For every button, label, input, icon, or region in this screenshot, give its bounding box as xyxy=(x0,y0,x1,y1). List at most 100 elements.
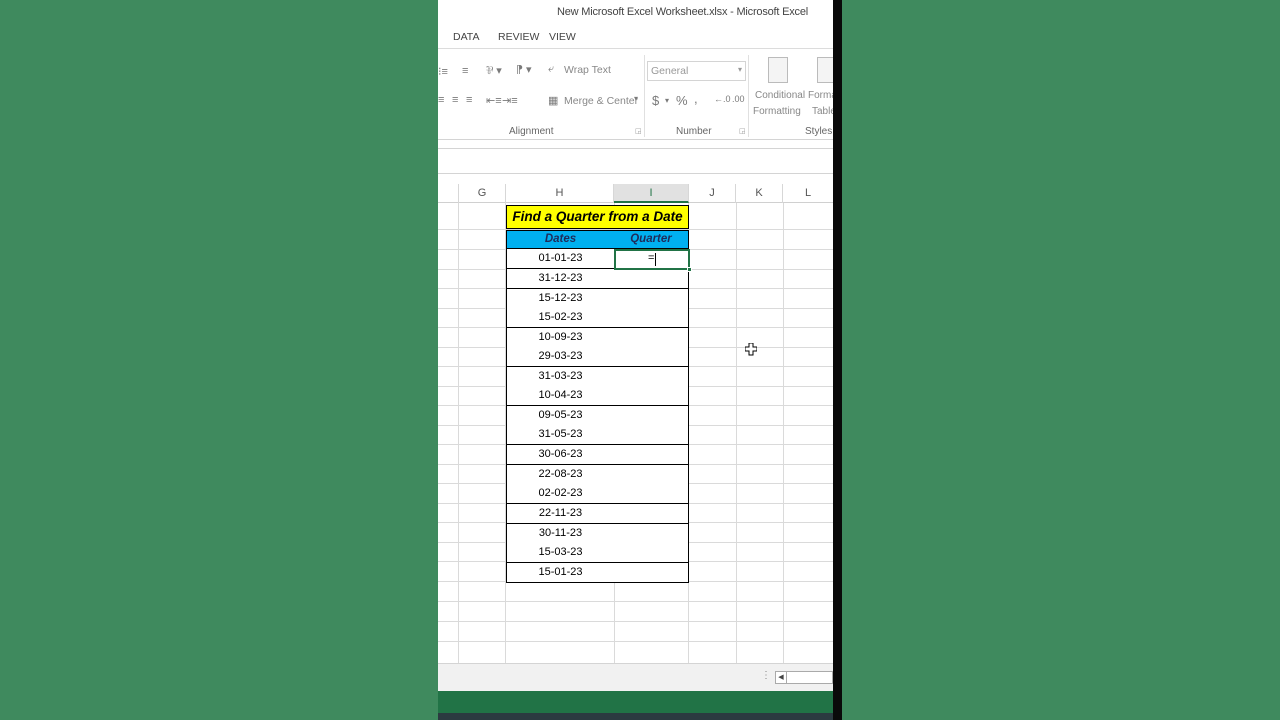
quarter-cell[interactable] xyxy=(614,367,689,387)
date-cell[interactable]: 15-12-23 xyxy=(506,289,615,309)
merge-dropdown-icon[interactable]: ▾ xyxy=(634,94,638,103)
fill-handle[interactable] xyxy=(687,267,692,272)
table-title[interactable]: Find a Quarter from a Date xyxy=(506,205,689,229)
align-middle-icon[interactable]: ⁝≡ xyxy=(438,65,448,78)
align-center-icon[interactable]: ≡ xyxy=(452,94,458,106)
status-bar xyxy=(438,691,833,713)
ribbon-tabs: DATA REVIEW VIEW xyxy=(438,26,833,48)
group-label-styles: Styles xyxy=(805,126,833,137)
merge-center-icon[interactable]: ▦ xyxy=(548,94,558,107)
wrap-text-button[interactable]: Wrap Text xyxy=(564,64,611,76)
quarter-cell[interactable] xyxy=(614,543,689,563)
column-header-blank xyxy=(438,184,459,203)
tab-review[interactable]: REVIEW xyxy=(498,31,539,43)
quarter-cell[interactable] xyxy=(614,563,689,583)
column-header-k[interactable]: K xyxy=(736,184,783,203)
decrease-decimal-icon[interactable]: .00 xyxy=(732,94,745,104)
window-title: New Microsoft Excel Worksheet.xlsx - Mic… xyxy=(557,6,809,18)
tab-data[interactable]: DATA xyxy=(453,31,479,43)
quarter-cell[interactable] xyxy=(614,504,689,524)
quarter-cell[interactable] xyxy=(614,328,689,348)
text-direction-icon[interactable]: ⁋ ▾ xyxy=(516,63,532,76)
percent-button[interactable]: % xyxy=(676,93,688,108)
quarter-cell[interactable] xyxy=(614,445,689,465)
header-dates[interactable]: Dates xyxy=(506,230,615,249)
column-header-i[interactable]: I xyxy=(614,184,689,203)
horizontal-scrollbar[interactable]: ◀ xyxy=(775,671,833,684)
gridline xyxy=(438,601,833,602)
scroll-left-icon[interactable]: ◀ xyxy=(776,672,787,683)
excel-window: New Microsoft Excel Worksheet.xlsx - Mic… xyxy=(438,0,833,720)
date-cell[interactable]: 29-03-23 xyxy=(506,347,615,367)
format-as-table-label-2[interactable]: Table xyxy=(812,106,833,117)
orientation-icon[interactable]: ⅌ ▾ xyxy=(486,63,502,78)
splitter-icon[interactable]: ⋮ xyxy=(761,670,771,681)
format-as-table-label-1[interactable]: Forma xyxy=(808,90,833,101)
column-headers: G H I J K L xyxy=(438,184,833,203)
cell-select-cursor-icon xyxy=(745,343,757,356)
quarter-cell[interactable] xyxy=(614,484,689,504)
conditional-formatting-icon[interactable] xyxy=(768,57,788,83)
group-divider xyxy=(748,55,749,137)
date-cell[interactable]: 31-03-23 xyxy=(506,367,615,387)
date-cell[interactable]: 31-05-23 xyxy=(506,425,615,445)
format-as-table-icon[interactable] xyxy=(817,57,833,83)
date-cell[interactable]: 30-11-23 xyxy=(506,524,615,544)
gridline xyxy=(458,203,459,663)
align-right-icon[interactable]: ≡ xyxy=(466,94,472,106)
align-bottom-icon[interactable]: ≡ xyxy=(462,65,468,77)
quarter-cell[interactable] xyxy=(614,406,689,426)
quarter-cell[interactable] xyxy=(614,347,689,367)
column-header-l[interactable]: L xyxy=(783,184,833,203)
date-cell[interactable]: 31-12-23 xyxy=(506,269,615,289)
number-format-value: General xyxy=(651,65,689,77)
quarter-cell[interactable] xyxy=(614,465,689,485)
video-background-right xyxy=(842,0,1280,720)
chevron-down-icon: ▾ xyxy=(737,65,742,74)
currency-button[interactable]: $ xyxy=(652,93,659,108)
quarter-cell[interactable] xyxy=(614,269,689,289)
cell-edit-text: = xyxy=(648,252,655,264)
conditional-formatting-label-2[interactable]: Formatting xyxy=(753,106,801,117)
date-cell[interactable]: 22-11-23 xyxy=(506,504,615,524)
column-header-g[interactable]: G xyxy=(459,184,506,203)
quarter-cell[interactable] xyxy=(614,524,689,544)
quarter-cell[interactable] xyxy=(614,308,689,328)
date-cell[interactable]: 15-03-23 xyxy=(506,543,615,563)
date-cell[interactable]: 22-08-23 xyxy=(506,465,615,485)
gridline xyxy=(783,203,784,663)
quarter-cell[interactable] xyxy=(614,386,689,406)
date-cell[interactable]: 09-05-23 xyxy=(506,406,615,426)
ribbon: ⁝≡ ≡ ⅌ ▾ ⁋ ▾ ⤶ Wrap Text ≡ ≡ ≡ ⇤≡ ⇥≡ ▦ M… xyxy=(438,48,833,140)
currency-dropdown-icon[interactable]: ▾ xyxy=(665,96,669,105)
merge-center-button[interactable]: Merge & Center xyxy=(564,95,638,107)
conditional-formatting-label-1[interactable]: Conditional xyxy=(755,90,805,101)
quarter-cell[interactable] xyxy=(614,289,689,309)
text-caret xyxy=(655,253,656,266)
column-header-j[interactable]: J xyxy=(689,184,736,203)
gridline xyxy=(736,203,737,663)
gridline xyxy=(438,641,833,642)
align-left-icon[interactable]: ≡ xyxy=(438,94,444,106)
number-launcher-icon[interactable]: ◲ xyxy=(739,127,746,135)
date-cell[interactable]: 10-04-23 xyxy=(506,386,615,406)
increase-indent-icon[interactable]: ⇥≡ xyxy=(502,94,518,107)
date-cell[interactable]: 15-02-23 xyxy=(506,308,615,328)
date-cell[interactable]: 30-06-23 xyxy=(506,445,615,465)
formula-bar[interactable] xyxy=(438,148,833,174)
date-cell[interactable]: 01-01-23 xyxy=(506,249,615,269)
number-format-select[interactable]: General ▾ xyxy=(647,61,746,81)
tab-view[interactable]: VIEW xyxy=(549,31,576,43)
date-cell[interactable]: 02-02-23 xyxy=(506,484,615,504)
header-quarter[interactable]: Quarter xyxy=(614,230,689,249)
decrease-indent-icon[interactable]: ⇤≡ xyxy=(486,94,502,107)
quarter-cell[interactable] xyxy=(614,425,689,445)
column-header-h[interactable]: H xyxy=(506,184,614,203)
group-label-number: Number xyxy=(676,126,712,137)
wrap-text-icon[interactable]: ⤶ xyxy=(548,63,554,76)
date-cell[interactable]: 10-09-23 xyxy=(506,328,615,348)
alignment-launcher-icon[interactable]: ◲ xyxy=(635,127,642,135)
comma-button[interactable]: , xyxy=(694,91,698,106)
date-cell[interactable]: 15-01-23 xyxy=(506,563,615,583)
increase-decimal-icon[interactable]: ←.0 xyxy=(714,94,731,104)
